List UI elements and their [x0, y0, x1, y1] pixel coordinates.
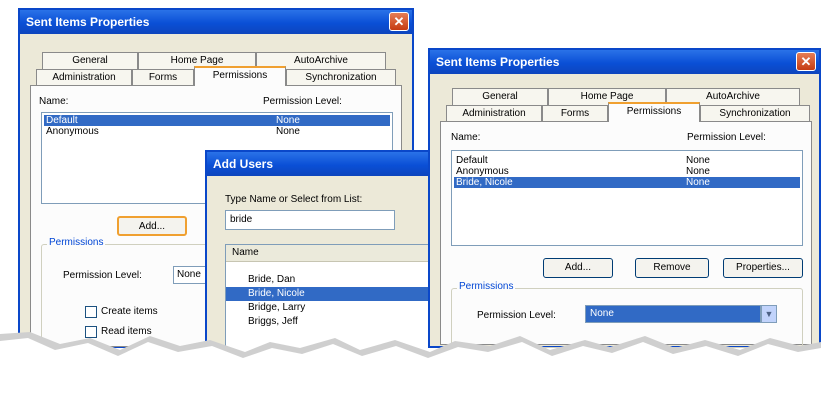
tab-permissions[interactable]: Permissions: [194, 66, 286, 86]
torn-edge-overlay: [0, 332, 821, 401]
tab-permissions[interactable]: Permissions: [608, 102, 700, 122]
